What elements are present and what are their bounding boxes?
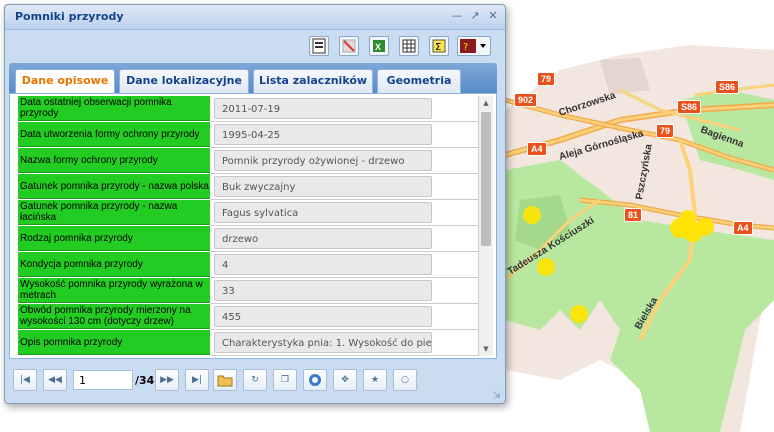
print-icon[interactable] — [309, 36, 329, 56]
attribute-label: Obwód pomnika przyrody mierzony na wysok… — [18, 304, 210, 329]
resize-grip-icon[interactable]: ⇲ — [493, 391, 501, 401]
vertical-scrollbar[interactable]: ▲ ▼ — [478, 96, 493, 356]
refresh-icon[interactable]: ↻ — [243, 369, 267, 391]
last-page-button[interactable]: ▶| — [185, 369, 209, 391]
tools-dropdown-icon[interactable]: ? — [457, 36, 491, 56]
attribute-value-field[interactable]: 2011-07-19 — [214, 98, 432, 119]
attribute-label: Gatunek pomnika przyrody - nazwa polska — [18, 174, 210, 199]
sum-icon[interactable]: Σ — [429, 36, 449, 56]
scroll-up-icon[interactable]: ▲ — [482, 99, 490, 107]
window-titlebar[interactable]: Pomniki przyrody — ↗ ✕ — [5, 5, 505, 30]
attribute-value-field[interactable]: Buk zwyczajny — [214, 176, 432, 197]
copy-icon[interactable]: ❐ — [273, 369, 297, 391]
road-shield: 81 — [624, 208, 643, 222]
attributes-panel: Data ostatniej obserwacji pomnika przyro… — [9, 93, 497, 359]
attribute-value-field[interactable]: Pomnik przyrody ożywionej - drzewo — [214, 150, 432, 171]
window-title: Pomniki przyrody — [15, 10, 124, 23]
pan-icon[interactable]: ✥ — [333, 369, 357, 391]
attribute-label: Wysokość pomnika przyrody wyrażona w met… — [18, 278, 210, 303]
circle-icon[interactable]: ○ — [393, 369, 417, 391]
attributes-window: Pomniki przyrody — ↗ ✕ X Σ ? Dane opisow… — [4, 4, 506, 404]
road-shield: 79 — [537, 72, 556, 86]
minimize-icon[interactable]: — — [451, 10, 463, 22]
attribute-row: Wysokość pomnika przyrody wyrażona w met… — [14, 278, 480, 304]
attribute-row: Obwód pomnika przyrody mierzony na wysok… — [14, 304, 480, 330]
close-icon[interactable]: ✕ — [487, 10, 499, 22]
road-shield: A4 — [527, 142, 547, 156]
attribute-value-field[interactable]: 1995-04-25 — [214, 124, 432, 145]
road-shield: S86 — [677, 100, 702, 114]
tab-geometria[interactable]: Geometria — [377, 69, 461, 93]
attribute-value-field[interactable]: 455 — [214, 306, 432, 327]
scroll-down-icon[interactable]: ▼ — [482, 345, 490, 353]
tab-label: Geometria — [386, 74, 452, 87]
road-shield: 79 — [656, 124, 675, 138]
attribute-row: Gatunek pomnika przyrody - nazwa łacińsk… — [14, 200, 480, 226]
tree-monument-marker — [570, 305, 588, 323]
edit-disabled-icon[interactable] — [339, 36, 359, 56]
attribute-label: Data utworzenia formy ochrony przyrody — [18, 122, 210, 147]
attribute-row: Nazwa formy ochrony przyrody Pomnik przy… — [14, 148, 480, 174]
attribute-row: Data ostatniej obserwacji pomnika przyro… — [14, 96, 480, 122]
page-total: /34 — [135, 374, 155, 387]
prev-page-button[interactable]: ◀◀ — [43, 369, 67, 391]
tree-monument-marker — [680, 210, 696, 226]
tab-lista-zalacznikow[interactable]: Lista zalaczników — [253, 69, 373, 93]
road-shield: 902 — [514, 93, 538, 107]
attribute-label: Rodzaj pomnika przyrody — [18, 226, 210, 251]
favorite-icon[interactable]: ★ — [363, 369, 387, 391]
tree-monument-marker — [537, 258, 555, 276]
attribute-value-field[interactable]: Fagus sylvatica — [214, 202, 432, 223]
attribute-value-field[interactable]: Charakterystyka pnia: 1. Wysokość do pie… — [214, 332, 432, 353]
attribute-row: Data utworzenia formy ochrony przyrody 1… — [14, 122, 480, 148]
tab-bar: Dane opisowe Dane lokalizacyjne Lista za… — [9, 63, 497, 93]
attribute-row: Opis pomnika przyrody Charakterystyka pn… — [14, 330, 480, 356]
attribute-row: Gatunek pomnika przyrody - nazwa polska … — [14, 174, 480, 200]
attribute-value-field[interactable]: 33 — [214, 280, 432, 301]
tab-label: Dane opisowe — [21, 74, 109, 87]
svg-text:X: X — [375, 42, 381, 52]
svg-text:?: ? — [463, 42, 468, 53]
page-number-input[interactable]: 1 — [73, 370, 133, 390]
tree-monument-marker — [696, 218, 714, 236]
tab-dane-lokalizacyjne[interactable]: Dane lokalizacyjne — [119, 69, 249, 93]
attribute-label: Kondycja pomnika przyrody — [18, 252, 210, 277]
tree-monument-marker — [523, 206, 541, 224]
next-page-button[interactable]: ▶▶ — [155, 369, 179, 391]
first-page-button[interactable]: |◀ — [13, 369, 37, 391]
attribute-label: Nazwa formy ochrony przyrody — [18, 148, 210, 173]
road-shield: A4 — [733, 221, 753, 235]
export-excel-icon[interactable]: X — [369, 36, 389, 56]
attribute-value-field[interactable]: drzewo — [214, 228, 432, 249]
toolbar: X Σ ? — [7, 31, 501, 61]
svg-text:Σ: Σ — [435, 42, 441, 53]
tab-label: Dane lokalizacyjne — [126, 74, 242, 87]
zoom-to-feature-icon[interactable] — [303, 369, 327, 391]
expand-icon[interactable]: ↗ — [469, 10, 481, 22]
tab-dane-opisowe[interactable]: Dane opisowe — [15, 69, 115, 93]
road-shield: S86 — [715, 80, 740, 94]
attribute-row: Kondycja pomnika przyrody 4 — [14, 252, 480, 278]
pager-toolbar: |◀ ◀◀ 1 /34 ▶▶ ▶| ↻ ❐ ✥ ★ ○ — [9, 367, 497, 395]
attribute-label: Data ostatniej obserwacji pomnika przyro… — [18, 96, 210, 121]
tab-label: Lista zalaczników — [258, 74, 368, 87]
attribute-row: Rodzaj pomnika przyrody drzewo — [14, 226, 480, 252]
scrollbar-thumb[interactable] — [481, 112, 491, 246]
open-folder-icon[interactable] — [213, 369, 237, 391]
attribute-value-field[interactable]: 4 — [214, 254, 432, 275]
attribute-label: Gatunek pomnika przyrody - nazwa łacińsk… — [18, 200, 210, 225]
table-icon[interactable] — [399, 36, 419, 56]
attribute-label: Opis pomnika przyrody — [18, 330, 210, 355]
